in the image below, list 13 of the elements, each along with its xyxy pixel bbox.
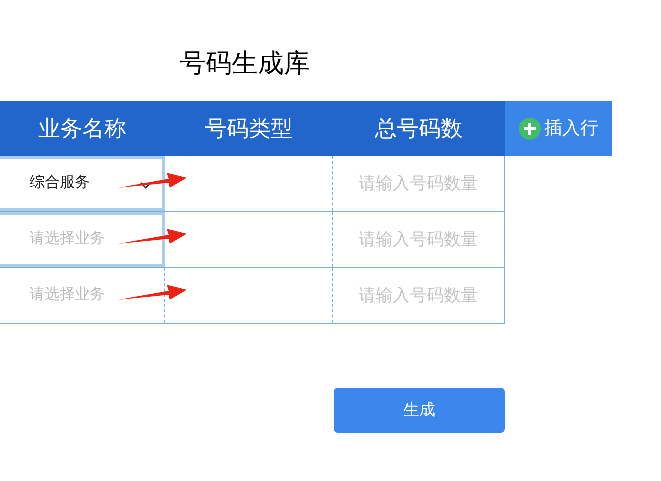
count-input[interactable]: 请输入号码数量	[333, 212, 505, 267]
business-select[interactable]: 请选择业务	[0, 212, 165, 267]
business-select[interactable]: 综合服务	[0, 156, 165, 211]
count-input[interactable]: 请输入号码数量	[333, 268, 505, 323]
count-input[interactable]: 请输入号码数量	[333, 156, 505, 211]
column-header: 业务名称	[0, 101, 165, 156]
plus-icon	[518, 118, 540, 140]
column-header: 总号码数	[333, 101, 505, 156]
insert-row-button[interactable]: 插入行	[505, 101, 612, 156]
column-header: 号码类型	[165, 101, 333, 156]
page-title: 号码生成库	[180, 47, 310, 80]
chevron-down-icon	[140, 182, 152, 190]
generate-button[interactable]: 生成	[334, 388, 505, 433]
